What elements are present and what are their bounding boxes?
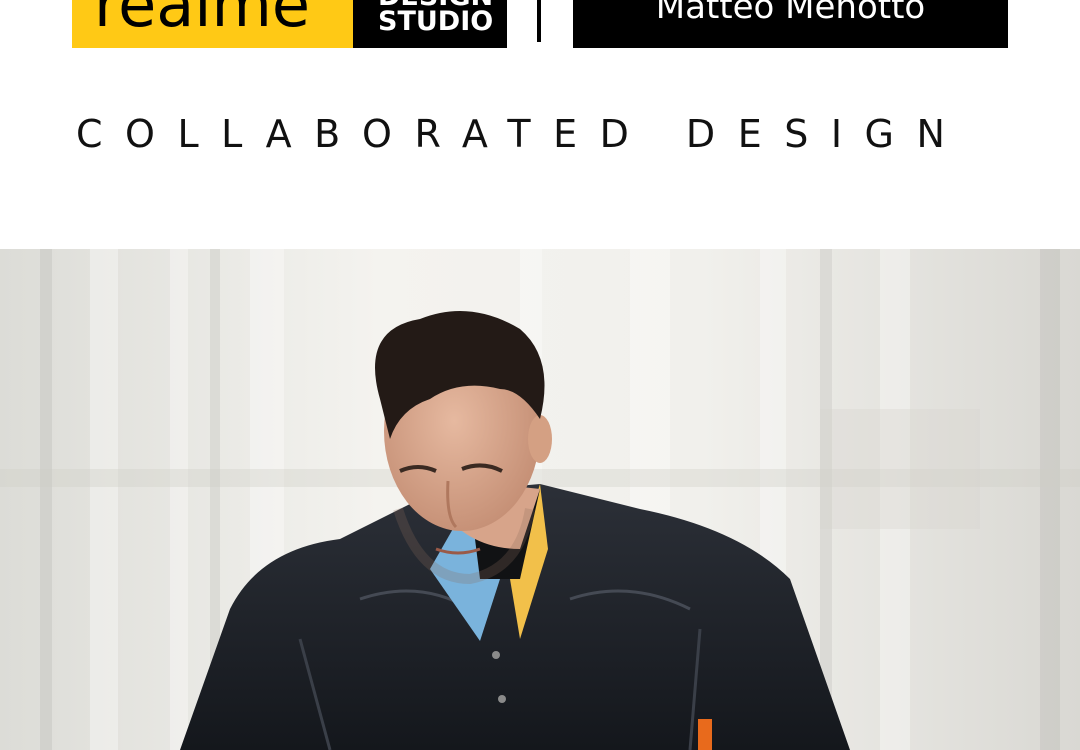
page: realme DESIGN STUDIO Matteo Menotto COLL… bbox=[0, 0, 1080, 750]
design-studio-logo: DESIGN STUDIO bbox=[353, 0, 507, 48]
studio-logo-line2: STUDIO bbox=[378, 6, 494, 37]
designer-name: Matteo Menotto bbox=[655, 0, 926, 27]
designer-logo: Matteo Menotto bbox=[573, 0, 1008, 48]
portrait-photo bbox=[0, 249, 1080, 750]
realme-logo[interactable]: realme bbox=[72, 0, 353, 48]
hero-photo bbox=[0, 249, 1080, 750]
logo-divider bbox=[537, 0, 541, 42]
realme-wordmark: realme bbox=[94, 0, 311, 41]
tagline: COLLABORATED DESIGN bbox=[76, 112, 968, 156]
